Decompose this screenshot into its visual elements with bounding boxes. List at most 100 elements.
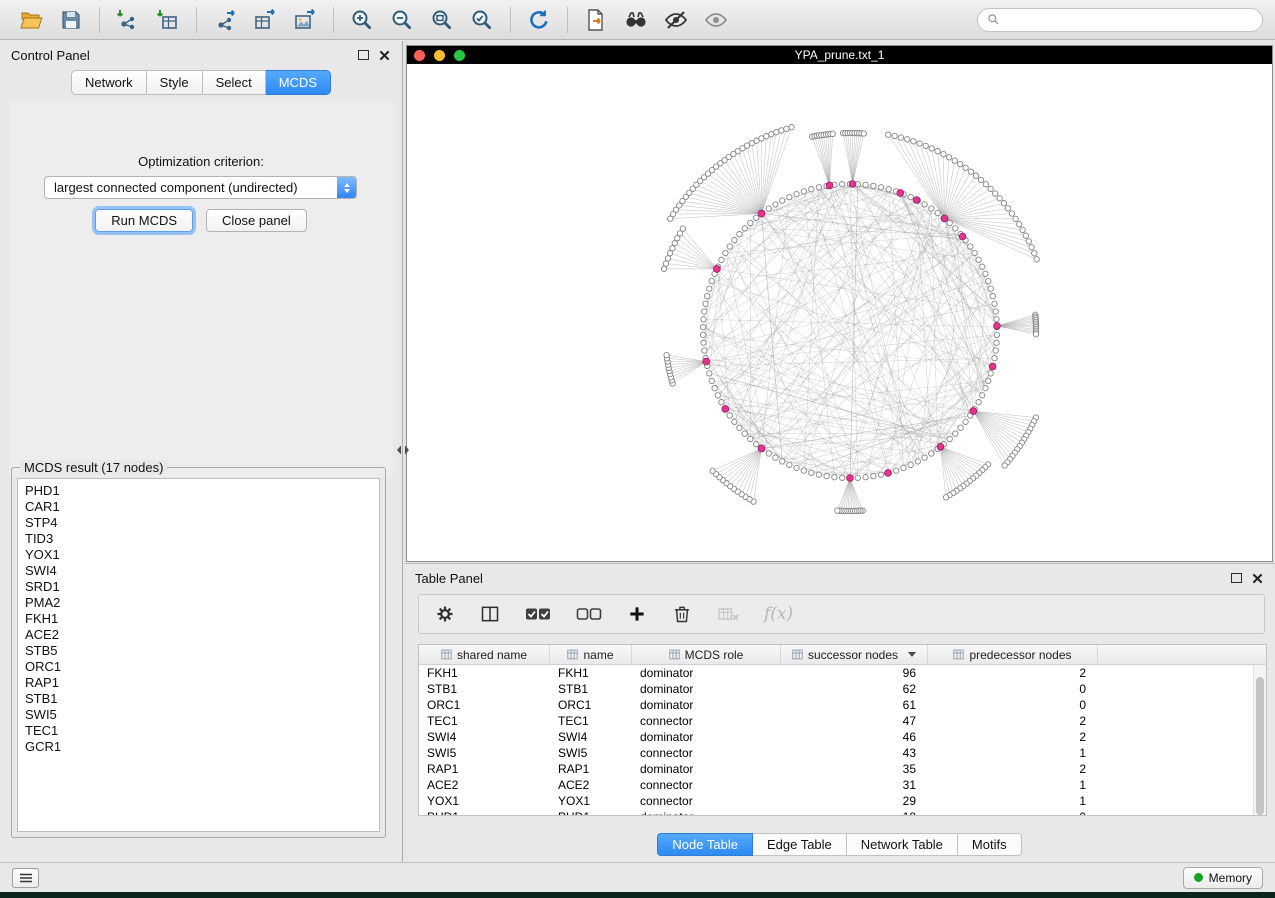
tab-select[interactable]: Select xyxy=(203,70,266,95)
mcds-result-item[interactable]: STB1 xyxy=(25,691,379,707)
table-cell: FKH1 xyxy=(419,666,550,680)
column-header-MCDS-role[interactable]: MCDS role xyxy=(632,645,781,664)
table-cell: ORC1 xyxy=(419,698,550,712)
application-window: Control Panel NetworkStyleSelectMCDS Opt… xyxy=(0,0,1275,892)
table-row[interactable]: SWI5SWI5connector431 xyxy=(419,745,1266,761)
apply-layout-icon[interactable] xyxy=(520,4,558,36)
split-view-icon[interactable] xyxy=(478,602,502,626)
mcds-result-item[interactable]: FKH1 xyxy=(25,611,379,627)
status-menu-icon[interactable] xyxy=(12,868,39,888)
table-row[interactable]: STB1STB1dominator620 xyxy=(419,681,1266,697)
mcds-result-item[interactable]: TEC1 xyxy=(25,723,379,739)
zoom-in-icon[interactable] xyxy=(343,4,381,36)
mcds-result-item[interactable]: SWI4 xyxy=(25,563,379,579)
open-icon[interactable] xyxy=(12,4,50,36)
window-minimize-icon[interactable] xyxy=(434,50,445,61)
mcds-result-item[interactable]: PMA2 xyxy=(25,595,379,611)
column-header-shared-name[interactable]: shared name xyxy=(419,645,550,664)
panel-divider-handle[interactable] xyxy=(395,443,411,455)
column-header-predecessor-nodes[interactable]: predecessor nodes xyxy=(928,645,1098,664)
network-graph xyxy=(407,64,1272,561)
export-network-icon[interactable] xyxy=(206,4,244,36)
table-row[interactable]: FKH1FKH1dominator962 xyxy=(419,665,1266,681)
table-cell: 43 xyxy=(781,746,928,760)
select-stepper-icon xyxy=(337,177,356,198)
search-input[interactable] xyxy=(1006,12,1253,28)
zoom-fit-icon[interactable] xyxy=(423,4,461,36)
memory-label: Memory xyxy=(1209,871,1252,885)
export-document-icon[interactable] xyxy=(577,4,615,36)
mcds-result-item[interactable]: TID3 xyxy=(25,531,379,547)
table-cell: TEC1 xyxy=(550,714,632,728)
mcds-result-item[interactable]: PHD1 xyxy=(25,483,379,499)
zoom-selected-icon[interactable] xyxy=(463,4,501,36)
mcds-result-title: MCDS result (17 nodes) xyxy=(20,460,167,475)
window-zoom-icon[interactable] xyxy=(454,50,465,61)
show-details-icon[interactable] xyxy=(697,4,735,36)
tab-motifs[interactable]: Motifs xyxy=(958,833,1022,856)
mcds-result-item[interactable]: ORC1 xyxy=(25,659,379,675)
hide-details-icon[interactable] xyxy=(657,4,695,36)
mcds-result-item[interactable]: GCR1 xyxy=(25,739,379,755)
run-mcds-button[interactable]: Run MCDS xyxy=(95,209,193,232)
tab-mcds[interactable]: MCDS xyxy=(266,70,331,95)
table-scrollbar[interactable] xyxy=(1253,665,1266,815)
table-cell: 2 xyxy=(928,762,1098,776)
mcds-result-item[interactable]: STB5 xyxy=(25,643,379,659)
mcds-result-item[interactable]: CAR1 xyxy=(25,499,379,515)
table-panel-header: Table Panel xyxy=(404,564,1275,592)
settings-gear-icon[interactable] xyxy=(433,602,457,626)
scrollbar-thumb[interactable] xyxy=(1256,677,1264,815)
close-table-panel-icon[interactable] xyxy=(1251,572,1264,585)
close-panel-icon[interactable] xyxy=(378,49,391,62)
mcds-result-item[interactable]: STP4 xyxy=(25,515,379,531)
search-network-icon[interactable] xyxy=(617,4,655,36)
table-row[interactable]: ORC1ORC1dominator610 xyxy=(419,697,1266,713)
table-cell: 0 xyxy=(928,698,1098,712)
column-header-successor-nodes[interactable]: successor nodes xyxy=(781,645,928,664)
optimization-criterion-select[interactable]: largest connected component (undirected) xyxy=(44,176,357,199)
window-close-icon[interactable] xyxy=(414,50,425,61)
table-panel: Table Panel xyxy=(404,563,1275,862)
column-header-name[interactable]: name xyxy=(550,645,632,664)
delete-column-icon[interactable] xyxy=(715,602,743,626)
table-row[interactable]: ACE2ACE2connector311 xyxy=(419,777,1266,793)
mcds-result-item[interactable]: RAP1 xyxy=(25,675,379,691)
float-panel-icon[interactable] xyxy=(358,50,369,60)
table-cell: 61 xyxy=(781,698,928,712)
tab-edge-table[interactable]: Edge Table xyxy=(753,833,847,856)
network-canvas[interactable] xyxy=(407,64,1272,561)
mcds-result-item[interactable]: ACE2 xyxy=(25,627,379,643)
tab-node-table[interactable]: Node Table xyxy=(657,833,753,856)
table-row[interactable]: RAP1RAP1dominator352 xyxy=(419,761,1266,777)
export-table-icon[interactable] xyxy=(246,4,284,36)
float-table-panel-icon[interactable] xyxy=(1231,573,1242,583)
table-row[interactable]: YOX1YOX1connector291 xyxy=(419,793,1266,809)
zoom-out-icon[interactable] xyxy=(383,4,421,36)
close-panel-button[interactable]: Close panel xyxy=(206,209,307,232)
export-image-icon[interactable] xyxy=(286,4,324,36)
tab-style[interactable]: Style xyxy=(147,70,203,95)
memory-button[interactable]: Memory xyxy=(1183,867,1263,889)
table-cell: dominator xyxy=(632,682,781,696)
status-bar: Memory xyxy=(0,862,1275,892)
table-cell: 29 xyxy=(781,794,928,808)
delete-row-icon[interactable] xyxy=(670,602,694,626)
tab-network[interactable]: Network xyxy=(71,70,147,95)
add-row-icon[interactable] xyxy=(625,602,649,626)
function-builder-icon[interactable]: f(x) xyxy=(764,604,793,624)
import-table-icon[interactable] xyxy=(149,4,187,36)
table-row[interactable]: SWI4SWI4dominator462 xyxy=(419,729,1266,745)
deselect-all-icon[interactable] xyxy=(574,602,604,626)
save-icon[interactable] xyxy=(52,4,90,36)
table-row[interactable]: TEC1TEC1connector472 xyxy=(419,713,1266,729)
table-cell: connector xyxy=(632,714,781,728)
mcds-result-item[interactable]: SRD1 xyxy=(25,579,379,595)
table-row[interactable]: PHD1PHD1dominator180 xyxy=(419,809,1266,816)
mcds-result-item[interactable]: SWI5 xyxy=(25,707,379,723)
select-all-icon[interactable] xyxy=(523,602,553,626)
import-network-icon[interactable] xyxy=(109,4,147,36)
sort-chevron-down-icon xyxy=(908,652,916,657)
tab-network-table[interactable]: Network Table xyxy=(847,833,958,856)
mcds-result-item[interactable]: YOX1 xyxy=(25,547,379,563)
